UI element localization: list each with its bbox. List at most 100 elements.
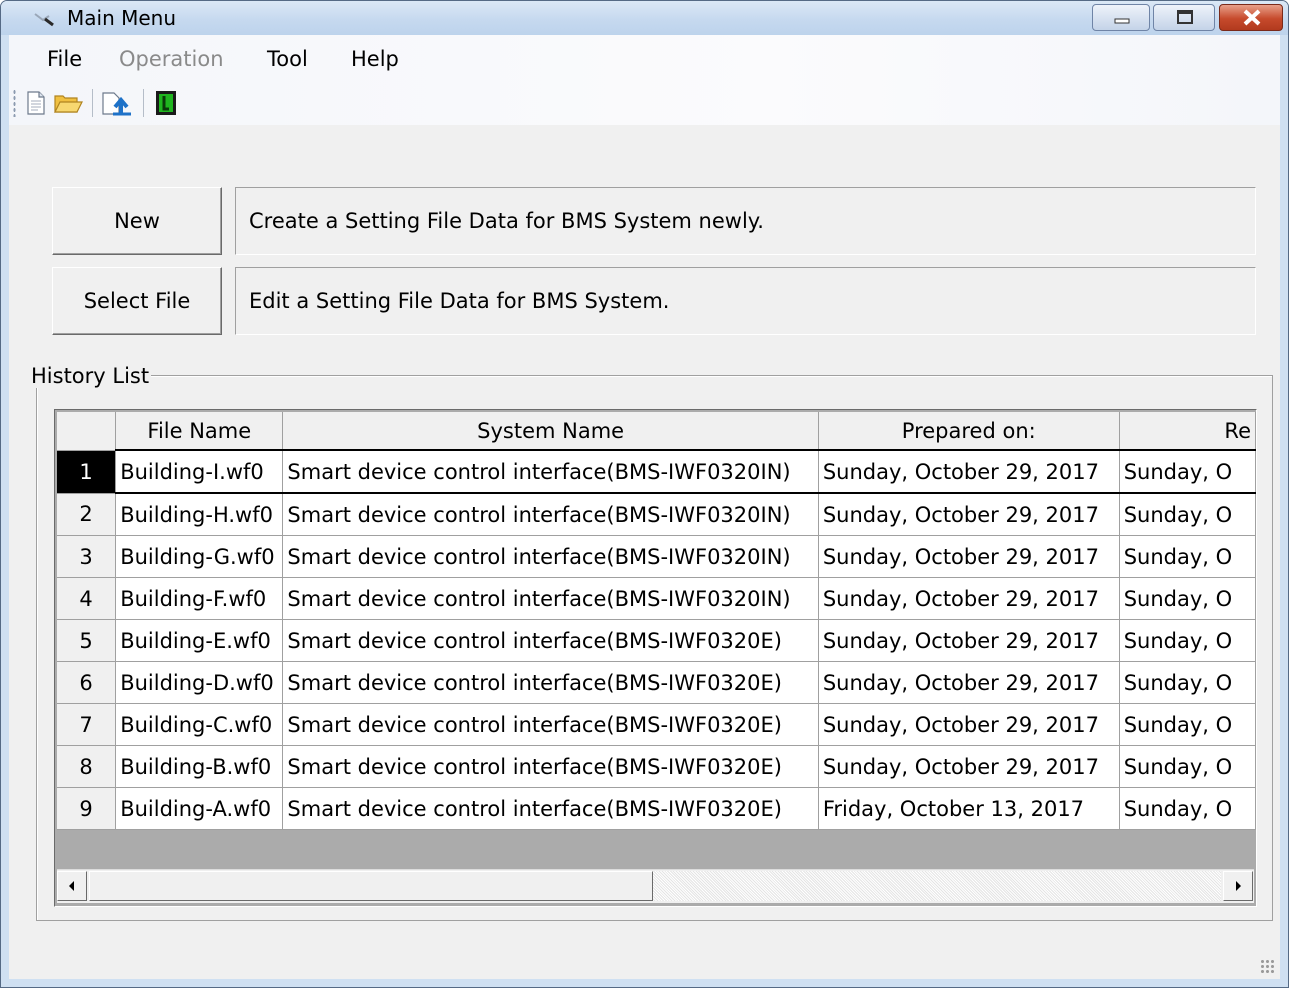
- column-header-revised-on[interactable]: Re: [1119, 412, 1256, 451]
- cell-revised-on[interactable]: Sunday, O: [1119, 449, 1256, 494]
- cell-revised-on[interactable]: Sunday, O: [1119, 577, 1256, 620]
- table-row[interactable]: 2 Building-H.wf0 Smart device control inte…: [57, 493, 1256, 536]
- history-table: File Name System Name Prepared on: Re 1B…: [57, 412, 1256, 830]
- cell-system-name[interactable]: Smart device control interface(BMS-IWF03…: [282, 449, 819, 494]
- cell-file-name[interactable]: Building-F.wf0: [115, 577, 284, 620]
- cell-file-name[interactable]: Building-G.wf0: [115, 535, 284, 578]
- row-number[interactable]: 1: [57, 450, 117, 494]
- table-row[interactable]: 4 Building-F.wf0 Smart device control inte…: [57, 577, 1256, 620]
- resize-grip[interactable]: [1260, 959, 1276, 975]
- cell-file-name[interactable]: Building-A.wf0: [115, 787, 284, 830]
- table-row[interactable]: 9 Building-A.wf0 Smart device control inte…: [57, 787, 1256, 830]
- cell-prepared-on[interactable]: Sunday, October 29, 2017: [818, 493, 1120, 536]
- maximize-button[interactable]: [1153, 4, 1215, 31]
- scroll-right-button[interactable]: [1223, 871, 1253, 901]
- main-menu-window: Main Menu File Operation Tool Help New C…: [0, 0, 1289, 988]
- toolbar-separator: [92, 89, 93, 117]
- scroll-left-button[interactable]: [57, 871, 87, 901]
- cell-system-name[interactable]: Smart device control interface(BMS-IWF03…: [282, 787, 819, 830]
- cell-file-name[interactable]: Building-C.wf0: [115, 703, 284, 746]
- column-header-system-name[interactable]: System Name: [282, 412, 819, 451]
- table-row[interactable]: 1 Building-I.wf0 Smart device control inte…: [57, 449, 1256, 494]
- close-button[interactable]: [1219, 4, 1283, 31]
- menu-tool[interactable]: Tool: [267, 47, 308, 71]
- cell-system-name[interactable]: Smart device control interface(BMS-IWF03…: [282, 745, 819, 788]
- history-list-title: History List: [29, 364, 152, 388]
- cell-prepared-on[interactable]: Sunday, October 29, 2017: [818, 703, 1120, 746]
- cell-system-name[interactable]: Smart device control interface(BMS-IWF03…: [282, 535, 819, 578]
- cell-revised-on[interactable]: Sunday, O: [1119, 787, 1256, 830]
- row-number[interactable]: 3: [57, 535, 117, 578]
- row-number[interactable]: 9: [57, 787, 117, 830]
- new-description: Create a Setting File Data for BMS Syste…: [235, 187, 1256, 255]
- column-header-file-name[interactable]: File Name: [115, 412, 284, 451]
- table-row[interactable]: 5 Building-E.wf0 Smart device control inte…: [57, 619, 1256, 662]
- maximize-icon: [1177, 10, 1193, 24]
- scroll-right-icon: [1236, 881, 1241, 891]
- cell-prepared-on[interactable]: Sunday, October 29, 2017: [818, 535, 1120, 578]
- cell-file-name[interactable]: Building-I.wf0: [115, 449, 284, 494]
- header-row: File Name System Name Prepared on: Re: [57, 412, 1256, 451]
- cell-file-name[interactable]: Building-B.wf0: [115, 745, 284, 788]
- toolbar-separator: [143, 89, 144, 117]
- close-icon: [1243, 9, 1261, 26]
- cell-file-name[interactable]: Building-H.wf0: [115, 493, 284, 536]
- cell-prepared-on[interactable]: Sunday, October 29, 2017: [818, 661, 1120, 704]
- select-file-description: Edit a Setting File Data for BMS System.: [235, 267, 1256, 335]
- cell-prepared-on[interactable]: Sunday, October 29, 2017: [818, 449, 1120, 494]
- menu-file[interactable]: File: [47, 47, 82, 71]
- minimize-button[interactable]: [1092, 4, 1150, 31]
- upload-icon[interactable]: [100, 90, 134, 116]
- horizontal-scrollbar[interactable]: [57, 869, 1254, 903]
- terminal-icon[interactable]: [154, 90, 178, 116]
- cell-revised-on[interactable]: Sunday, O: [1119, 619, 1256, 662]
- menu-bar: File Operation Tool Help: [9, 35, 1280, 81]
- cell-revised-on[interactable]: Sunday, O: [1119, 493, 1256, 536]
- toolbar: [9, 81, 1280, 125]
- scrollbar-thumb[interactable]: [89, 871, 653, 901]
- cell-prepared-on[interactable]: Sunday, October 29, 2017: [818, 619, 1120, 662]
- cell-revised-on[interactable]: Sunday, O: [1119, 661, 1256, 704]
- history-grid[interactable]: File Name System Name Prepared on: Re 1B…: [54, 409, 1257, 907]
- table-row[interactable]: 3 Building-G.wf0 Smart device control inte…: [57, 535, 1256, 578]
- scroll-left-icon: [69, 881, 74, 891]
- cell-system-name[interactable]: Smart device control interface(BMS-IWF03…: [282, 661, 819, 704]
- cell-system-name[interactable]: Smart device control interface(BMS-IWF03…: [282, 493, 819, 536]
- select-file-button[interactable]: Select File: [52, 267, 222, 335]
- cell-prepared-on[interactable]: Sunday, October 29, 2017: [818, 745, 1120, 788]
- cell-system-name[interactable]: Smart device control interface(BMS-IWF03…: [282, 619, 819, 662]
- minimize-icon: [1114, 18, 1130, 24]
- row-number[interactable]: 8: [57, 745, 117, 788]
- cell-prepared-on[interactable]: Friday, October 13, 2017: [818, 787, 1120, 830]
- cell-system-name[interactable]: Smart device control interface(BMS-IWF03…: [282, 703, 819, 746]
- cell-file-name[interactable]: Building-E.wf0: [115, 619, 284, 662]
- row-number[interactable]: 7: [57, 703, 117, 746]
- new-document-icon[interactable]: [24, 90, 48, 116]
- row-number[interactable]: 5: [57, 619, 117, 662]
- new-button[interactable]: New: [52, 187, 222, 255]
- status-bar: [9, 935, 1280, 979]
- row-number[interactable]: 4: [57, 577, 117, 620]
- cell-system-name[interactable]: Smart device control interface(BMS-IWF03…: [282, 577, 819, 620]
- table-row[interactable]: 6 Building-D.wf0 Smart device control inte…: [57, 661, 1256, 704]
- row-header-corner[interactable]: [57, 412, 117, 451]
- menu-operation[interactable]: Operation: [119, 47, 224, 71]
- toolbar-grip[interactable]: [13, 89, 16, 117]
- cell-revised-on[interactable]: Sunday, O: [1119, 703, 1256, 746]
- scrollbar-track[interactable]: [653, 871, 1221, 901]
- title-bar[interactable]: Main Menu: [1, 1, 1288, 35]
- column-header-prepared-on[interactable]: Prepared on:: [818, 412, 1120, 451]
- row-number[interactable]: 6: [57, 661, 117, 704]
- client-area: File Operation Tool Help New Create a Se…: [9, 35, 1280, 979]
- table-row[interactable]: 8 Building-B.wf0 Smart device control inte…: [57, 745, 1256, 788]
- window-title: Main Menu: [67, 6, 177, 30]
- open-folder-icon[interactable]: [53, 90, 83, 116]
- table-row[interactable]: 7 Building-C.wf0 Smart device control inte…: [57, 703, 1256, 746]
- row-number[interactable]: 2: [57, 493, 117, 536]
- cell-revised-on[interactable]: Sunday, O: [1119, 745, 1256, 788]
- menu-help[interactable]: Help: [351, 47, 399, 71]
- app-icon: [34, 13, 54, 27]
- cell-revised-on[interactable]: Sunday, O: [1119, 535, 1256, 578]
- cell-prepared-on[interactable]: Sunday, October 29, 2017: [818, 577, 1120, 620]
- cell-file-name[interactable]: Building-D.wf0: [115, 661, 284, 704]
